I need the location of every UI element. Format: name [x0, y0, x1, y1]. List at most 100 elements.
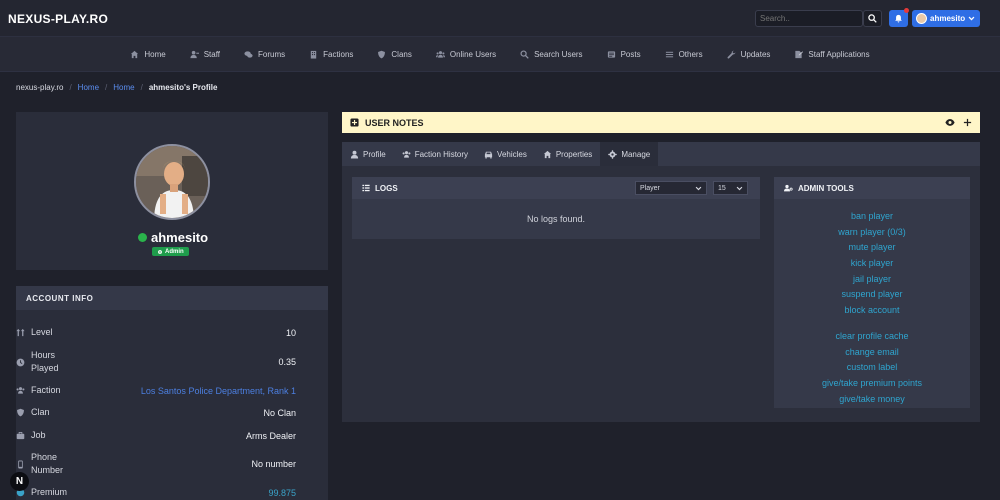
clans-icon	[378, 50, 386, 58]
admin-tools-header: ADMIN TOOLS	[774, 177, 970, 199]
online-status-indicator	[138, 233, 147, 242]
chevron-down-icon	[695, 186, 702, 190]
bell-icon	[895, 14, 902, 23]
clock-icon	[16, 358, 25, 366]
give-take-money-link[interactable]: give/take money	[774, 394, 970, 404]
updates-icon	[727, 50, 735, 59]
suspend-player-link[interactable]: suspend player	[774, 289, 970, 299]
info-label: Premium	[31, 487, 68, 497]
jail-player-link[interactable]: jail player	[774, 274, 970, 284]
nav-staff-applications[interactable]: Staff Applications	[782, 50, 881, 59]
premium-points-link[interactable]: give/take premium points	[774, 378, 970, 388]
role-badge: Admin	[152, 247, 189, 256]
nav-posts[interactable]: Posts	[595, 50, 653, 59]
phone-icon	[18, 459, 23, 469]
chevron-down-icon	[968, 16, 975, 21]
breadcrumb-home[interactable]: Home	[78, 83, 99, 92]
framework-badge-icon[interactable]: N	[10, 472, 29, 491]
info-row-phone: Phone Number No number	[16, 451, 296, 477]
notifications-button[interactable]	[889, 8, 909, 27]
user-notes-bar[interactable]: USER NOTES	[342, 112, 980, 133]
nav-factions[interactable]: Factions	[297, 50, 365, 59]
info-row-faction: Faction Los Santos Police Department, Ra…	[16, 384, 296, 397]
staff-icon	[190, 50, 199, 58]
breadcrumb-site[interactable]: nexus-play.ro	[16, 83, 63, 92]
breadcrumb-home[interactable]: Home	[113, 83, 134, 92]
main-nav: Home Staff Forums Factions Clans Online …	[0, 37, 1000, 72]
info-value: Arms Dealer	[245, 430, 296, 441]
avatar	[916, 13, 927, 24]
change-email-link[interactable]: change email	[774, 347, 970, 357]
nav-home[interactable]: Home	[118, 50, 177, 59]
info-value: 10	[285, 327, 296, 338]
info-row-level: Level 10	[16, 326, 296, 339]
user-menu-button[interactable]: ahmesito	[912, 10, 980, 27]
breadcrumb-current: ahmesito's Profile	[148, 83, 218, 92]
brand-logo[interactable]: NEXUS-PLAY.RO	[8, 12, 108, 26]
add-note-icon[interactable]	[963, 118, 972, 127]
clear-profile-cache-link[interactable]: clear profile cache	[774, 331, 970, 341]
logs-type-select[interactable]: Player	[635, 181, 707, 195]
car-icon	[484, 151, 493, 158]
mute-player-link[interactable]: mute player	[774, 242, 970, 252]
home-icon	[543, 150, 551, 158]
info-label: Faction	[31, 385, 61, 395]
posts-icon	[607, 50, 615, 58]
no-logs-message: No logs found.	[526, 214, 586, 224]
nav-search-users[interactable]: Search Users	[508, 50, 594, 59]
admin-tools-title: ADMIN TOOLS	[798, 183, 854, 193]
search-icon	[868, 14, 877, 23]
nav-updates[interactable]: Updates	[715, 50, 783, 59]
info-row-job: Job Arms Dealer	[16, 429, 296, 442]
warn-player-link[interactable]: warn player (0/3)	[774, 227, 970, 237]
info-row-premium: Premium 99.875	[16, 486, 296, 499]
info-label: Phone Number	[31, 452, 64, 475]
user-notes-title: USER NOTES	[365, 117, 424, 128]
users-icon	[402, 150, 411, 158]
eye-icon[interactable]	[945, 118, 955, 127]
search-users-icon	[520, 49, 529, 59]
info-label: Clan	[31, 407, 50, 417]
briefcase-icon	[16, 431, 25, 440]
chevron-down-icon	[736, 186, 743, 190]
custom-label-link[interactable]: custom label	[774, 362, 970, 372]
users-icon	[16, 387, 25, 394]
user-menu-name: ahmesito	[930, 14, 966, 23]
shield-icon	[17, 408, 24, 417]
others-icon	[665, 51, 673, 57]
forums-icon	[244, 50, 253, 58]
breadcrumb-separator: /	[69, 83, 72, 92]
search-input[interactable]	[755, 10, 863, 27]
nav-forums[interactable]: Forums	[232, 50, 297, 59]
ban-player-link[interactable]: ban player	[774, 211, 970, 221]
info-label: Hours Played	[31, 350, 59, 373]
info-label: Job	[31, 430, 46, 440]
plus-square-icon	[350, 118, 359, 127]
faction-link[interactable]: Los Santos Police Department, Rank 1	[141, 386, 296, 396]
tab-properties[interactable]: Properties	[535, 142, 600, 166]
tab-profile[interactable]: Profile	[342, 142, 394, 166]
nav-clans[interactable]: Clans	[365, 50, 423, 59]
list-icon	[362, 184, 370, 192]
breadcrumb-separator: /	[140, 83, 143, 92]
tab-faction-history[interactable]: Faction History	[394, 142, 476, 166]
nav-others[interactable]: Others	[653, 50, 715, 59]
notification-dot	[904, 8, 909, 13]
admin-tools-panel: ADMIN TOOLS ban player warn player (0/3)…	[774, 177, 970, 408]
info-value: No number	[251, 459, 296, 469]
kick-player-link[interactable]: kick player	[774, 258, 970, 268]
nav-staff[interactable]: Staff	[178, 50, 232, 59]
top-bar: NEXUS-PLAY.RO ahmesito	[0, 0, 1000, 37]
staff-applications-icon	[795, 50, 804, 58]
profile-username: ahmesito	[151, 230, 209, 245]
nav-online-users[interactable]: Online Users	[424, 50, 508, 59]
breadcrumb-separator: /	[105, 83, 108, 92]
logs-count-select[interactable]: 15	[713, 181, 748, 195]
tab-vehicles[interactable]: Vehicles	[476, 142, 535, 166]
breadcrumb: nexus-play.ro / Home / Home / ahmesito's…	[16, 83, 217, 92]
block-account-link[interactable]: block account	[774, 305, 970, 315]
tab-manage[interactable]: Manage	[600, 142, 659, 166]
search-button[interactable]	[863, 10, 882, 27]
gear-icon	[158, 249, 162, 254]
info-label: Level	[31, 327, 53, 337]
